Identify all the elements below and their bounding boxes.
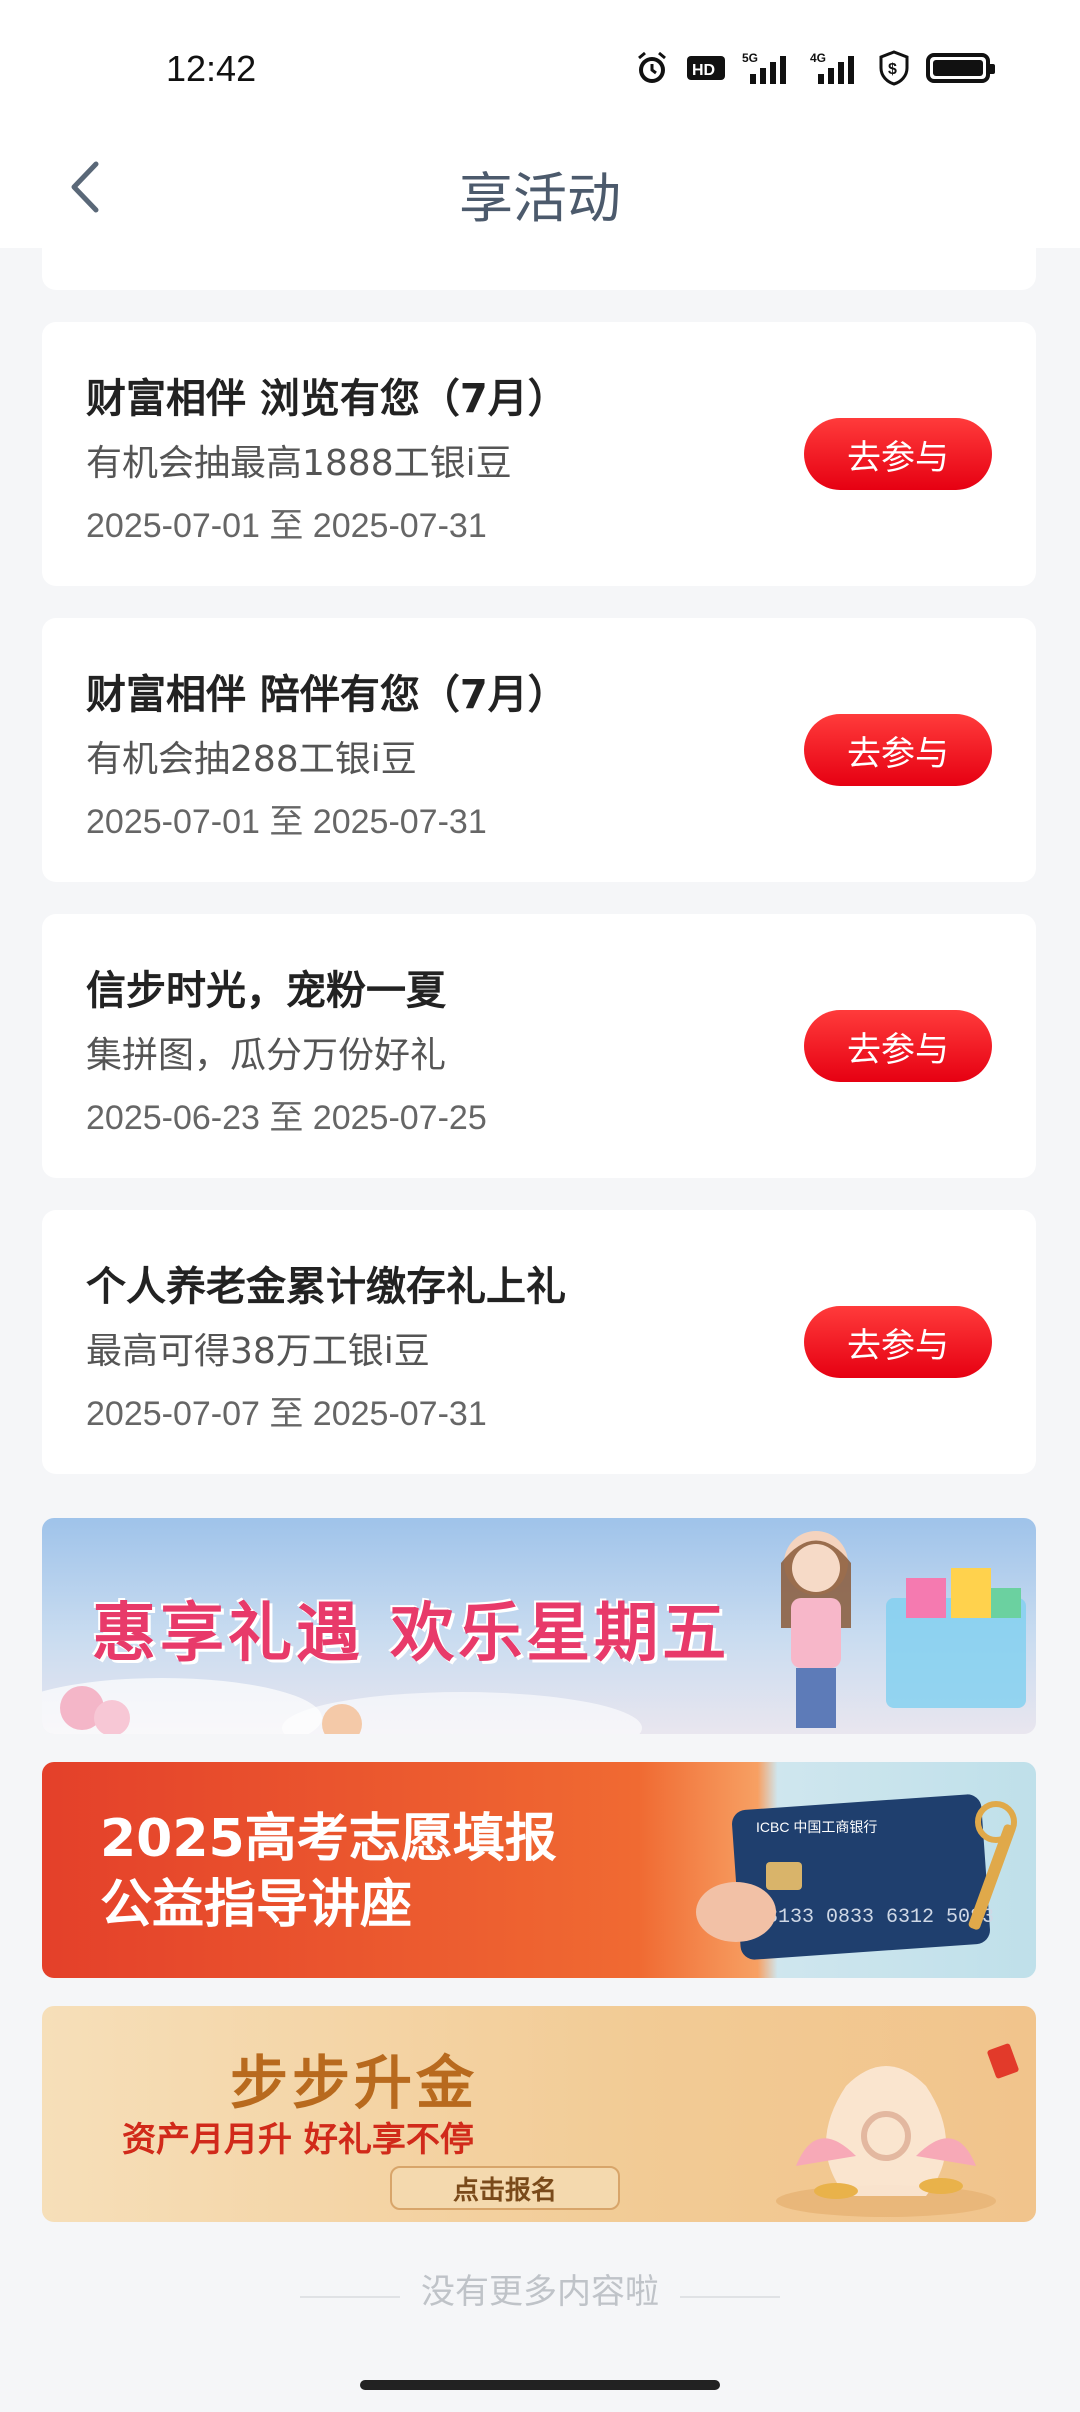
banner-title: 惠享礼遇 欢乐星期五 [92, 1597, 731, 1671]
status-icons: HD 5G 4G $ [634, 50, 995, 86]
activity-date: 2025-06-23 至 2025-07-25 [86, 1099, 487, 1137]
join-button[interactable]: 去参与 [804, 1306, 992, 1378]
svg-text:HD: HD [692, 62, 715, 79]
join-button[interactable]: 去参与 [804, 418, 992, 490]
home-indicator[interactable] [360, 2380, 720, 2390]
activity-desc: 集拼图，瓜分万份好礼 [86, 1035, 447, 1076]
banner-friday-gift[interactable]: 惠享礼遇 欢乐星期五 [42, 1518, 1036, 1734]
activity-card[interactable]: 信步时光，宠粉一夏 集拼图，瓜分万份好礼 2025-06-23 至 2025-0… [42, 914, 1036, 1178]
banner-step-up-gold[interactable]: 步步升金 资产月月升 好礼享不停 点击报名 [42, 2006, 1036, 2222]
activity-card[interactable]: 个人养老金累计缴存礼上礼 最高可得38万工银i豆 2025-07-07 至 20… [42, 1210, 1036, 1474]
status-bar: 12:42 HD 5G 4G $ [0, 0, 1080, 130]
status-time: 12:42 [166, 48, 257, 89]
join-button[interactable]: 去参与 [804, 714, 992, 786]
activity-date: 2025-07-01 至 2025-07-31 [86, 507, 487, 545]
activity-title: 财富相伴 陪伴有您（7月） [86, 672, 568, 718]
activity-card[interactable]: 财富相伴 浏览有您（7月） 有机会抽最高1888工银i豆 2025-07-01 … [42, 322, 1036, 586]
alarm-icon [634, 50, 670, 86]
shield-dollar-icon: $ [878, 50, 910, 86]
join-button[interactable]: 去参与 [804, 1010, 992, 1082]
signup-button[interactable]: 点击报名 [390, 2166, 620, 2210]
bank-card-illustration-icon: ICBC 中国工商银行 8133 0833 6312 5083 [696, 1794, 1017, 1960]
activity-date: 2025-07-07 至 2025-07-31 [86, 1395, 487, 1433]
5g-signal-icon: 5G [742, 50, 794, 86]
battery-icon [926, 53, 995, 83]
svg-text:$: $ [888, 61, 897, 78]
banner-gaokao-lecture[interactable]: 2025高考志愿填报 公益指导讲座 ICBC 中国工商银行 8133 0833 … [42, 1762, 1036, 1978]
activity-desc: 最高可得38万工银i豆 [86, 1331, 430, 1372]
banner-title-line1: 2025高考志愿填报 [100, 1809, 557, 1869]
banner-title-line2: 公益指导讲座 [100, 1875, 413, 1935]
page-title: 享活动 [459, 167, 621, 230]
footer-no-more: 没有更多内容啦 [421, 2272, 659, 2312]
svg-text:5G: 5G [742, 51, 758, 65]
activity-title: 个人养老金累计缴存礼上礼 [86, 1264, 566, 1310]
shopping-girl-illustration-icon [781, 1531, 1026, 1728]
money-bag-illustration-icon [776, 2043, 1019, 2217]
banner-subtitle: 资产月月升 好礼享不停 [122, 2120, 474, 2160]
activity-desc: 有机会抽288工银i豆 [86, 739, 417, 780]
hd-icon: HD [686, 50, 726, 86]
activity-card[interactable]: 财富相伴 陪伴有您（7月） 有机会抽288工银i豆 2025-07-01 至 2… [42, 618, 1036, 882]
activity-title: 信步时光，宠粉一夏 [86, 968, 446, 1014]
nav-bar: 享活动 [0, 130, 1080, 248]
footer-divider-right [680, 2296, 780, 2298]
activity-card-partial [42, 248, 1036, 290]
activity-title: 财富相伴 浏览有您（7月） [86, 376, 568, 422]
activity-date: 2025-07-01 至 2025-07-31 [86, 803, 487, 841]
activity-desc: 有机会抽最高1888工银i豆 [86, 443, 512, 484]
banner-title: 步步升金 [230, 2049, 479, 2117]
svg-text:8133 0833 6312 5083: 8133 0833 6312 5083 [766, 1906, 994, 1929]
4g-signal-icon: 4G [810, 50, 862, 86]
svg-text:4G: 4G [810, 51, 826, 65]
banner-title: 2025高考志愿填报 公益指导讲座 [100, 1806, 660, 1938]
card-brand-text: ICBC 中国工商银行 [756, 1819, 877, 1835]
